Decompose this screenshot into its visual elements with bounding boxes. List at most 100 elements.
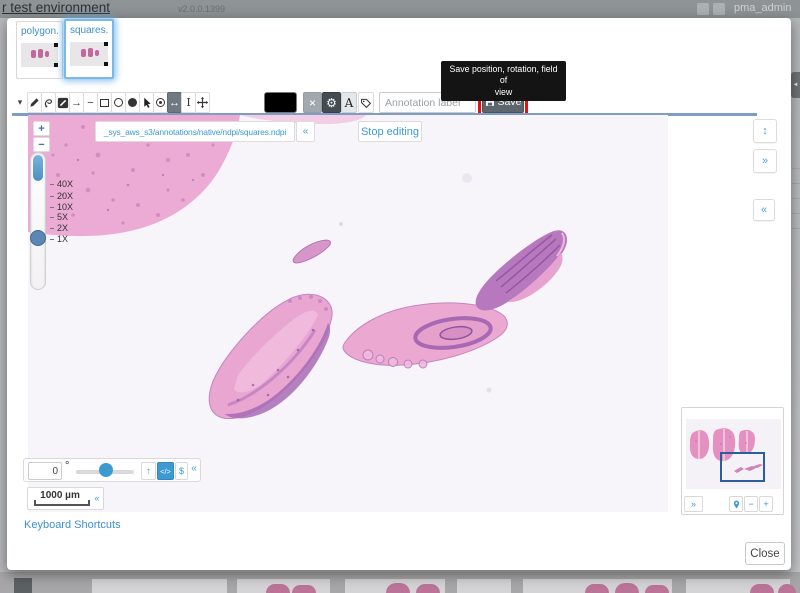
point-icon	[156, 98, 165, 107]
minus-icon: −	[748, 499, 753, 509]
scalebar-panel: 1000 µm «	[27, 487, 104, 510]
color-swatch-button[interactable]	[264, 92, 297, 113]
breadcrumb[interactable]: _sys_aws_s3/annotations/native/ndpi/squa…	[95, 121, 295, 142]
tool-filled-circle-button[interactable]	[125, 92, 140, 113]
tool-point-button[interactable]	[153, 92, 168, 113]
code-icon: </>	[160, 467, 171, 476]
chevron-left-icon: «	[94, 493, 99, 503]
chevron-left-icon: «	[761, 204, 767, 216]
chevron-left-icon: «	[303, 126, 309, 137]
panel-expand-button[interactable]: »	[753, 149, 777, 173]
zoom-out-button[interactable]: −	[33, 137, 50, 152]
rotation-slider-handle[interactable]	[99, 463, 113, 477]
tool-arrow-button[interactable]: →	[69, 92, 84, 113]
minimap-zoom-in-button[interactable]: +	[759, 496, 773, 512]
stop-editing-button[interactable]: Stop editing	[358, 121, 422, 142]
rotation-input[interactable]	[28, 462, 62, 480]
save-tooltip: Save position, rotation, field of view	[441, 61, 566, 101]
zoom-slider-fill	[33, 155, 43, 181]
screen: r test environment v2.0.0.1399 pma_admin…	[0, 0, 800, 593]
arrow-up-icon: ↑	[146, 466, 151, 477]
minimap-zoom-out-button[interactable]: −	[744, 496, 758, 512]
slide-thumbnail	[21, 43, 58, 67]
tool-pencil-button[interactable]	[27, 92, 42, 113]
edit-square-icon	[57, 97, 69, 109]
minimap-center-button[interactable]	[729, 496, 743, 512]
pencil-icon	[29, 97, 40, 108]
slide-editor-dialog: polygon.nc squares.nc ▾ → −	[7, 18, 791, 570]
tool-edit-square-button[interactable]	[55, 92, 70, 113]
tool-rectangle-button[interactable]	[97, 92, 112, 113]
minimap-image	[686, 419, 781, 489]
scalebar-collapse-button[interactable]: «	[92, 493, 102, 507]
rotation-panel: ° ↑ </> $ «	[23, 458, 201, 482]
tool-dropdown-button[interactable]: ▾	[14, 92, 26, 113]
tool-lasso-button[interactable]	[41, 92, 56, 113]
chevron-right-icon: »	[762, 155, 768, 167]
tool-cursor-button[interactable]	[139, 92, 154, 113]
clear-annotation-button[interactable]: ×	[303, 92, 322, 113]
tag-icon	[360, 97, 372, 109]
header-icon	[697, 3, 709, 15]
rotation-collapse-button[interactable]: «	[189, 463, 199, 479]
environment-title: r test environment	[2, 0, 110, 15]
slide-viewer-canvas[interactable]: _sys_aws_s3/annotations/native/ndpi/squa…	[28, 115, 668, 512]
scalebar-label: 1000 µm	[28, 490, 92, 501]
measure-vertical-icon: I	[186, 96, 190, 109]
minimap-expand-button[interactable]: »	[684, 496, 703, 512]
caret-down-icon: ▾	[18, 97, 23, 108]
chevron-left-icon: «	[191, 463, 197, 474]
degree-symbol: °	[65, 460, 69, 472]
minus-icon: −	[38, 139, 44, 151]
zoom-slider-handle[interactable]	[30, 230, 46, 246]
ellipse-icon	[114, 98, 123, 107]
slide-image	[28, 115, 668, 512]
plus-icon: +	[38, 123, 44, 135]
settings-button[interactable]: ⚙	[322, 92, 341, 113]
environment-version: v2.0.0.1399	[178, 4, 225, 14]
user-name: pma_admin	[734, 2, 791, 14]
text-tool-icon: A	[345, 96, 354, 110]
tool-measure-horizontal-button[interactable]: ↔	[167, 92, 182, 113]
move-icon	[196, 96, 209, 109]
panel-collapse-button[interactable]: «	[753, 199, 775, 221]
tab-label: polygon.nc	[21, 26, 58, 37]
tab-polygon-slide[interactable]: polygon.nc	[16, 21, 63, 79]
rotation-reset-button[interactable]: ↑	[141, 462, 156, 480]
chevron-right-icon: »	[691, 499, 696, 509]
filled-circle-icon	[128, 98, 137, 107]
panel-resize-button[interactable]: ↕	[753, 119, 777, 143]
tool-line-button[interactable]: −	[83, 92, 98, 113]
tool-measure-vertical-button[interactable]: I	[181, 92, 196, 113]
close-button[interactable]: Close	[745, 542, 785, 565]
minimap-thumbnail[interactable]	[686, 419, 781, 489]
arrow-icon: →	[71, 97, 82, 109]
tag-button[interactable]	[358, 92, 374, 113]
tool-ellipse-button[interactable]	[111, 92, 126, 113]
zoom-level-label: 1X	[57, 234, 68, 244]
rotation-currency-button[interactable]: $	[175, 462, 188, 480]
line-icon: −	[87, 97, 93, 109]
zoom-slider[interactable]	[30, 152, 46, 290]
zoom-level-label: 5X	[57, 212, 68, 222]
lasso-icon	[43, 97, 55, 109]
gear-icon: ⚙	[326, 96, 337, 110]
tab-squares-slide[interactable]: squares.nc	[64, 19, 114, 79]
header-icon	[713, 3, 725, 15]
panel-toggle-icon: ◄	[791, 72, 800, 98]
rotation-code-button[interactable]: </>	[157, 462, 174, 480]
x-icon: ×	[309, 96, 316, 110]
slide-thumbnail	[70, 42, 108, 66]
backdrop-header: r test environment v2.0.0.1399 pma_admin	[0, 0, 800, 18]
breadcrumb-collapse-button[interactable]: «	[296, 121, 315, 142]
cursor-icon	[141, 97, 152, 109]
text-annotation-button[interactable]: A	[341, 92, 357, 113]
tool-move-button[interactable]	[195, 92, 210, 113]
zoom-level-label: 40X	[57, 179, 73, 189]
keyboard-shortcuts-link[interactable]: Keyboard Shortcuts	[24, 519, 121, 531]
arrows-vertical-icon: ↕	[762, 125, 768, 137]
backdrop-gallery-strip	[0, 572, 800, 593]
zoom-in-button[interactable]: +	[33, 121, 50, 136]
tab-label: squares.nc	[70, 25, 108, 36]
zoom-level-label: 20X	[57, 191, 73, 201]
